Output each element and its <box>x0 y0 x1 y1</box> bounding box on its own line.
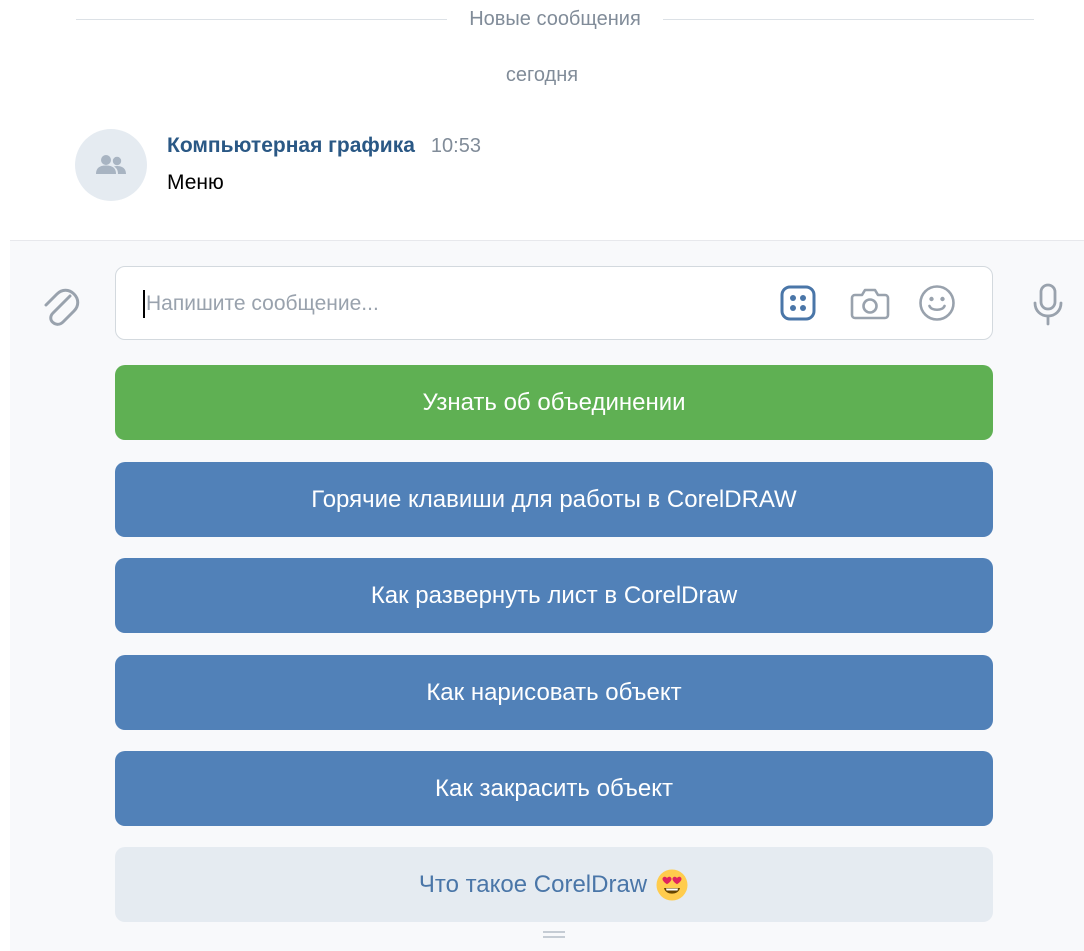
message-header: Компьютерная графика 10:53 <box>167 134 481 158</box>
users-icon <box>96 155 126 174</box>
divider-line-left <box>76 18 448 20</box>
divider-line-right <box>662 18 1035 20</box>
paperclip-icon <box>44 288 80 326</box>
date-label: сегодня <box>505 64 579 86</box>
message-time: 10:53 <box>430 135 481 157</box>
microphone-button[interactable] <box>1026 280 1070 330</box>
camera-icon <box>850 288 890 320</box>
chat-page: Новые сообщения сегодня Компьютерная гра… <box>0 0 1084 951</box>
bot-keyboard-icon <box>780 285 816 321</box>
new-messages-label: Новые сообщения <box>469 7 641 30</box>
keyboard-button-label: Что такое CorelDraw <box>418 870 648 898</box>
microphone-icon <box>1033 283 1063 326</box>
avatar[interactable] <box>75 129 147 201</box>
camera-button[interactable] <box>850 283 890 323</box>
keyboard-button-what-is-coreldraw[interactable]: Что такое CorelDraw <box>115 847 993 922</box>
keyboard-button-draw-object[interactable]: Как нарисовать объект <box>115 655 993 730</box>
bot-keyboard-button[interactable] <box>778 283 818 323</box>
keyboard-button-about[interactable]: Узнать об объединении <box>115 365 993 440</box>
keyboard-button-label: Как закрасить объект <box>434 774 674 802</box>
message-text: Меню <box>167 171 224 194</box>
keyboard-button-label: Узнать об объединении <box>422 388 686 416</box>
keyboard-button-rotate-sheet[interactable]: Как развернуть лист в CorelDraw <box>115 558 993 633</box>
attach-button[interactable] <box>38 280 82 330</box>
new-messages-divider: Новые сообщения <box>76 0 1035 38</box>
emoji-button[interactable] <box>917 283 957 323</box>
heart-eyes-emoji-icon <box>655 868 689 902</box>
message-author[interactable]: Компьютерная графика <box>167 134 415 158</box>
smile-icon <box>919 285 955 321</box>
keyboard-button-label: Как нарисовать объект <box>426 678 682 706</box>
panel-resize-handle[interactable] <box>543 931 565 938</box>
keyboard-button-hotkeys[interactable]: Горячие клавиши для работы в CorelDRAW <box>115 462 993 537</box>
text-caret <box>143 290 145 318</box>
keyboard-button-fill-object[interactable]: Как закрасить объект <box>115 751 993 826</box>
keyboard-button-label: Как развернуть лист в CorelDraw <box>370 581 738 609</box>
keyboard-button-label: Горячие клавиши для работы в CorelDRAW <box>311 485 797 513</box>
message-input[interactable] <box>146 282 756 326</box>
